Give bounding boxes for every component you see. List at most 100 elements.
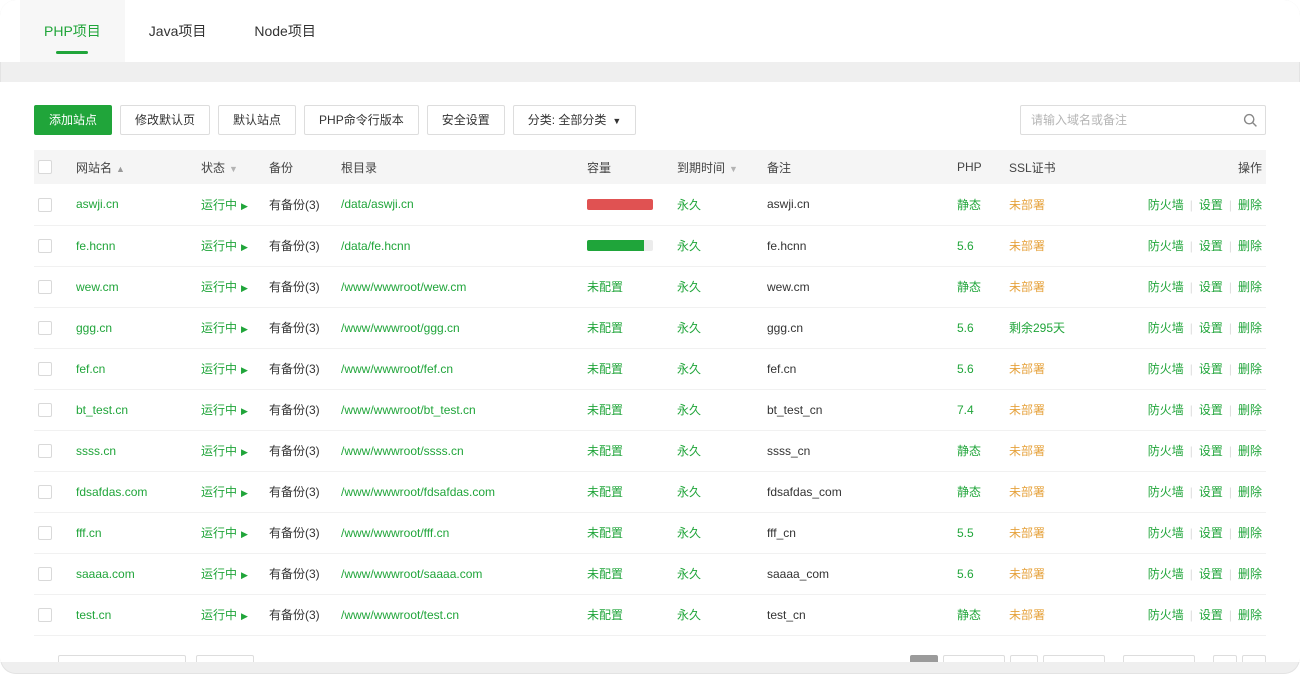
action-settings-link[interactable]: 设置 [1199, 280, 1223, 294]
capacity-link[interactable]: 未配置 [587, 362, 623, 376]
backup-link[interactable]: 有备份(3) [269, 444, 320, 458]
expire-link[interactable]: 永久 [677, 526, 701, 540]
expire-link[interactable]: 永久 [677, 444, 701, 458]
status-label[interactable]: 运行中 [201, 608, 237, 622]
status-label[interactable]: 运行中 [201, 362, 237, 376]
filter-icon[interactable]: ▼ [729, 164, 738, 174]
backup-link[interactable]: 有备份(3) [269, 321, 320, 335]
backup-link[interactable]: 有备份(3) [269, 280, 320, 294]
filter-icon[interactable]: ▼ [229, 164, 238, 174]
expire-link[interactable]: 永久 [677, 362, 701, 376]
action-delete-link[interactable]: 删除 [1238, 485, 1262, 499]
php-version-link[interactable]: 5.6 [957, 239, 974, 253]
site-name-link[interactable]: fdsafdas.com [76, 485, 147, 499]
capacity-bar[interactable] [587, 240, 653, 251]
page-button[interactable] [1010, 655, 1038, 662]
action-settings-link[interactable]: 设置 [1199, 362, 1223, 376]
root-path-link[interactable]: /www/wwwroot/fff.cn [341, 526, 449, 540]
action-settings-link[interactable]: 设置 [1199, 567, 1223, 581]
backup-link[interactable]: 有备份(3) [269, 526, 320, 540]
settings-button[interactable] [1242, 655, 1266, 662]
expire-link[interactable]: 永久 [677, 280, 701, 294]
site-name-link[interactable]: saaaa.com [76, 567, 135, 581]
status-label[interactable]: 运行中 [201, 526, 237, 540]
root-path-link[interactable]: /www/wwwroot/wew.cm [341, 280, 466, 294]
php-version-link[interactable]: 静态 [957, 485, 981, 499]
action-firewall-link[interactable]: 防火墙 [1148, 526, 1184, 540]
action-delete-link[interactable]: 删除 [1238, 362, 1262, 376]
page-prev-button[interactable] [943, 655, 1005, 662]
ssl-status-link[interactable]: 未部署 [1009, 526, 1045, 540]
row-checkbox[interactable] [38, 485, 52, 499]
capacity-link[interactable]: 未配置 [587, 321, 623, 335]
capacity-link[interactable]: 未配置 [587, 280, 623, 294]
status-label[interactable]: 运行中 [201, 444, 237, 458]
row-checkbox[interactable] [38, 280, 52, 294]
root-path-link[interactable]: /www/wwwroot/bt_test.cn [341, 403, 476, 417]
action-delete-link[interactable]: 删除 [1238, 526, 1262, 540]
category-filter-button[interactable]: 分类: 全部分类▼ [513, 105, 637, 135]
backup-link[interactable]: 有备份(3) [269, 608, 320, 622]
action-settings-link[interactable]: 设置 [1199, 321, 1223, 335]
toolbar-button-1[interactable]: 默认站点 [218, 105, 296, 135]
row-checkbox[interactable] [38, 403, 52, 417]
toolbar-button-2[interactable]: PHP命令行版本 [304, 105, 419, 135]
toolbar-button-0[interactable]: 修改默认页 [120, 105, 210, 135]
site-name-link[interactable]: test.cn [76, 608, 111, 622]
site-name-link[interactable]: fe.hcnn [76, 239, 115, 253]
action-settings-link[interactable]: 设置 [1199, 444, 1223, 458]
sort-asc-icon[interactable]: ▲ [116, 164, 125, 174]
ssl-status-link[interactable]: 未部署 [1009, 198, 1045, 212]
php-version-link[interactable]: 7.4 [957, 403, 974, 417]
action-firewall-link[interactable]: 防火墙 [1148, 567, 1184, 581]
backup-link[interactable]: 有备份(3) [269, 362, 320, 376]
ssl-status-link[interactable]: 未部署 [1009, 608, 1045, 622]
capacity-bar[interactable] [587, 199, 653, 210]
root-path-link[interactable]: /data/aswji.cn [341, 197, 414, 211]
root-path-link[interactable]: /www/wwwroot/fdsafdas.com [341, 485, 495, 499]
ssl-status-link[interactable]: 未部署 [1009, 485, 1045, 499]
page-next-button[interactable] [1043, 655, 1105, 662]
backup-link[interactable]: 有备份(3) [269, 485, 320, 499]
action-firewall-link[interactable]: 防火墙 [1148, 321, 1184, 335]
select-all-checkbox[interactable] [38, 160, 52, 174]
action-firewall-link[interactable]: 防火墙 [1148, 239, 1184, 253]
row-checkbox[interactable] [38, 239, 52, 253]
action-delete-link[interactable]: 删除 [1238, 403, 1262, 417]
action-delete-link[interactable]: 删除 [1238, 239, 1262, 253]
action-firewall-link[interactable]: 防火墙 [1148, 403, 1184, 417]
php-version-link[interactable]: 静态 [957, 198, 981, 212]
action-firewall-link[interactable]: 防火墙 [1148, 608, 1184, 622]
root-path-link[interactable]: /www/wwwroot/ggg.cn [341, 321, 460, 335]
row-checkbox[interactable] [38, 321, 52, 335]
root-path-link[interactable]: /www/wwwroot/saaaa.com [341, 567, 482, 581]
page-button-active[interactable] [910, 655, 938, 662]
expire-link[interactable]: 永久 [677, 321, 701, 335]
expire-link[interactable]: 永久 [677, 403, 701, 417]
row-checkbox[interactable] [38, 526, 52, 540]
php-version-link[interactable]: 5.6 [957, 321, 974, 335]
ssl-status-link[interactable]: 未部署 [1009, 280, 1045, 294]
status-label[interactable]: 运行中 [201, 403, 237, 417]
tab-node[interactable]: Node项目 [230, 0, 339, 62]
action-firewall-link[interactable]: 防火墙 [1148, 198, 1184, 212]
row-checkbox[interactable] [38, 198, 52, 212]
status-label[interactable]: 运行中 [201, 239, 237, 253]
row-checkbox[interactable] [38, 444, 52, 458]
backup-link[interactable]: 有备份(3) [269, 567, 320, 581]
php-version-link[interactable]: 静态 [957, 444, 981, 458]
bulk-apply-button[interactable] [196, 655, 254, 662]
site-name-link[interactable]: fff.cn [76, 526, 102, 540]
expire-link[interactable]: 永久 [677, 608, 701, 622]
action-delete-link[interactable]: 删除 [1238, 280, 1262, 294]
site-name-link[interactable]: ggg.cn [76, 321, 112, 335]
add-site-button[interactable]: 添加站点 [34, 105, 112, 135]
php-version-link[interactable]: 5.6 [957, 567, 974, 581]
capacity-link[interactable]: 未配置 [587, 567, 623, 581]
status-label[interactable]: 运行中 [201, 321, 237, 335]
capacity-link[interactable]: 未配置 [587, 608, 623, 622]
site-name-link[interactable]: ssss.cn [76, 444, 116, 458]
expire-link[interactable]: 永久 [677, 485, 701, 499]
backup-link[interactable]: 有备份(3) [269, 198, 320, 212]
toolbar-button-3[interactable]: 安全设置 [427, 105, 505, 135]
